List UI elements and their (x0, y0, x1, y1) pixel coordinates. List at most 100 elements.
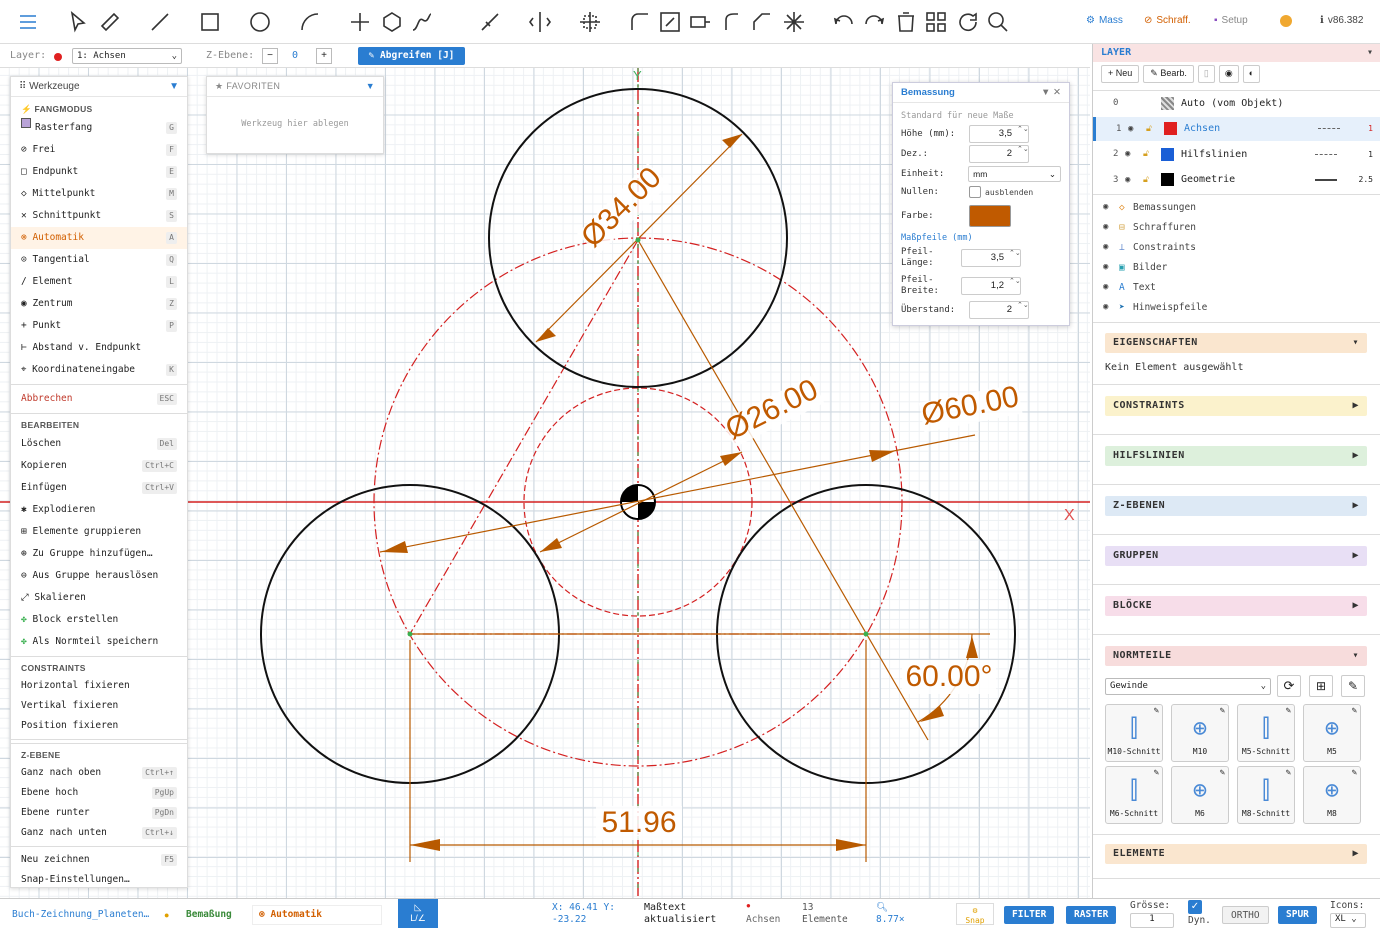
layer-color-swatch[interactable] (1164, 122, 1177, 135)
search-icon[interactable] (984, 8, 1012, 36)
bearbeiten-item[interactable]: ✤ Als Normteil speichern (11, 631, 187, 653)
eye-icon[interactable]: ◉ (1218, 65, 1239, 83)
lock-icon[interactable]: 🔓︎ (1143, 175, 1149, 185)
dim-text-d34[interactable]: Ø34.00 (575, 161, 668, 254)
fang-item[interactable]: ∕ Element L (11, 271, 187, 293)
delete-layer-button[interactable]: ▯ (1197, 65, 1215, 83)
status-snap-mode[interactable]: ⊗ Automatik (252, 905, 382, 925)
pfeil-laenge-stepper[interactable]: 3,5 (961, 249, 1021, 267)
pfeil-breite-stepper[interactable]: 1,2 (961, 277, 1021, 295)
filter-icon[interactable]: ▼ (169, 81, 179, 92)
dyn-checkbox[interactable]: ✓ (1188, 900, 1202, 914)
elemente-section[interactable]: ELEMENTE ▶ (1105, 844, 1367, 864)
mass-button[interactable]: ⚙ Mass (1086, 15, 1123, 26)
constraints-section[interactable]: CONSTRAINTS ▶ (1105, 396, 1367, 416)
fang-item[interactable]: ⊗ Automatik A (11, 227, 187, 249)
eye-icon[interactable]: ◉ (1103, 222, 1119, 232)
ortho-button[interactable]: ORTHO (1222, 906, 1269, 924)
redo-icon[interactable] (860, 8, 888, 36)
pencil-icon[interactable]: ✎ (1154, 768, 1159, 778)
constraint-item[interactable]: Horizontal fixieren (11, 676, 187, 696)
bearbeiten-item[interactable]: ✱ Explodieren (11, 499, 187, 521)
farbe-swatch[interactable] (969, 205, 1011, 227)
dim-text-d26[interactable]: Ø26.00 (720, 373, 823, 446)
visibility-item[interactable]: ◉ ➤ Hinweispfeile (1103, 298, 1207, 316)
bearbeiten-item[interactable]: Löschen Del (11, 433, 187, 455)
normteil-item[interactable]: ⫿ ✎ M6-Schnitt (1105, 766, 1163, 824)
filter-button[interactable]: FILTER (1004, 906, 1055, 924)
abbrechen-item[interactable]: Abbrechen ESC (11, 388, 187, 410)
zebenen-section[interactable]: Z-EBENEN ▶ (1105, 496, 1367, 516)
offset-tool-icon[interactable] (686, 8, 714, 36)
eye-icon[interactable]: ◉ (1103, 302, 1119, 312)
edit-layer-button[interactable]: ✎ Bearb. (1143, 65, 1194, 83)
visibility-item[interactable]: ◉ ▣ Bilder (1103, 258, 1167, 276)
normteil-item[interactable]: ⊕ ✎ M10 (1171, 704, 1229, 762)
normteil-item[interactable]: ⊕ ✎ M5 (1303, 704, 1361, 762)
bearbeiten-item[interactable]: ⊞ Elemente gruppieren (11, 521, 187, 543)
hilfslinien-section[interactable]: HILFSLINIEN ▶ (1105, 446, 1367, 466)
eye-icon[interactable]: ◉ (1128, 124, 1133, 134)
bearbeiten-item[interactable]: ⊖ Aus Gruppe herauslösen (11, 565, 187, 587)
dim-text-angle[interactable]: 60.00° (905, 660, 992, 693)
neu-zeichnen-item[interactable]: Neu zeichnen F5 (11, 850, 187, 870)
close-icon[interactable]: ✕ (1053, 87, 1061, 98)
grid-view-icon[interactable] (922, 8, 950, 36)
filter-icon[interactable]: ▼ (1041, 87, 1053, 98)
fang-item[interactable]: ⊘ Frei F (11, 139, 187, 161)
select-pointer-icon[interactable] (64, 8, 92, 36)
raster-button[interactable]: RASTER (1066, 906, 1117, 924)
add-file-icon[interactable]: ⊞ (1309, 675, 1333, 697)
gruppen-section[interactable]: GRUPPEN ▶ (1105, 546, 1367, 566)
move-tool-icon[interactable] (576, 8, 604, 36)
visibility-item[interactable]: ◉ A Text (1103, 278, 1156, 296)
lock-icon[interactable]: 🔓︎ (1146, 124, 1152, 134)
version-info[interactable]: ℹ v86.382 (1320, 15, 1363, 26)
eye-icon[interactable]: ◉ (1125, 175, 1130, 185)
constraint-item[interactable]: Vertikal fixieren (11, 696, 187, 716)
fillet-tool-icon[interactable] (626, 8, 654, 36)
measure-mode-button[interactable]: ◺ L/∠ (398, 899, 438, 928)
measure-ruler-icon[interactable] (96, 8, 124, 36)
snap-toggle[interactable]: ⚙ Snap (956, 903, 994, 925)
layer-color-swatch[interactable] (1161, 147, 1174, 161)
drag-handle-icon[interactable]: ⠿ (19, 81, 29, 92)
new-layer-button[interactable]: + Neu (1101, 65, 1140, 83)
pencil-icon[interactable]: ✎ (1220, 706, 1225, 716)
undo-icon[interactable] (830, 8, 858, 36)
filter-icon[interactable]: ▼ (366, 81, 375, 92)
pencil-icon[interactable]: ✎ (1352, 768, 1357, 778)
rectangle-tool-icon[interactable] (196, 8, 224, 36)
trim-tool-icon[interactable] (476, 8, 504, 36)
eye-icon[interactable]: ◉ (1103, 202, 1119, 212)
bearbeiten-item[interactable]: Einfügen Ctrl+V (11, 477, 187, 499)
dez-stepper[interactable]: 2 (969, 145, 1029, 163)
tools-panel-header[interactable]: ⠿ Werkzeuge ▼ (11, 77, 187, 97)
menu-icon[interactable] (14, 8, 42, 36)
favoriten-header[interactable]: ★ FAVORITEN ▼ (207, 77, 383, 97)
layer-row[interactable]: 3 ◉ 🔓︎ Geometrie 2.5 (1093, 168, 1380, 192)
mirror-tool-icon[interactable] (526, 8, 554, 36)
pencil-icon[interactable]: ✎ (1341, 675, 1365, 697)
pencil-icon[interactable]: ✎ (1286, 768, 1291, 778)
zebene-item[interactable]: Ebene runter PgDn (11, 803, 187, 823)
layer-row[interactable]: 0 Auto (vom Objekt) (1093, 91, 1380, 115)
favoriten-dropzone[interactable]: Werkzeug hier ablegen (207, 119, 383, 129)
layer-section-header[interactable]: LAYER ▾ (1093, 44, 1380, 62)
visibility-item[interactable]: ◉ ⊥ Constraints (1103, 238, 1196, 256)
zebene-item[interactable]: Ebene hoch PgUp (11, 783, 187, 803)
visibility-item[interactable]: ◉ ⊟ Schraffuren (1103, 218, 1196, 236)
fang-item[interactable]: ⊢ Abstand v. Endpunkt (11, 337, 187, 359)
nullen-checkbox[interactable] (969, 186, 981, 198)
extend-tool-icon[interactable] (748, 8, 776, 36)
refresh-icon[interactable] (954, 8, 982, 36)
schraff-button[interactable]: ⊘ Schraff. (1144, 15, 1191, 26)
zebene-plus-button[interactable]: + (316, 48, 332, 64)
normteil-item[interactable]: ⫿ ✎ M8-Schnitt (1237, 766, 1295, 824)
pencil-icon[interactable]: ✎ (1154, 706, 1159, 716)
einheit-select[interactable]: mm ⌄ (968, 166, 1061, 182)
fang-item[interactable]: ▦ Rasterfang G (11, 117, 187, 139)
circle-tool-icon[interactable] (246, 8, 274, 36)
layer-select[interactable]: 1: Achsen ⌄ (72, 48, 182, 64)
scale-tool-icon[interactable] (656, 8, 684, 36)
